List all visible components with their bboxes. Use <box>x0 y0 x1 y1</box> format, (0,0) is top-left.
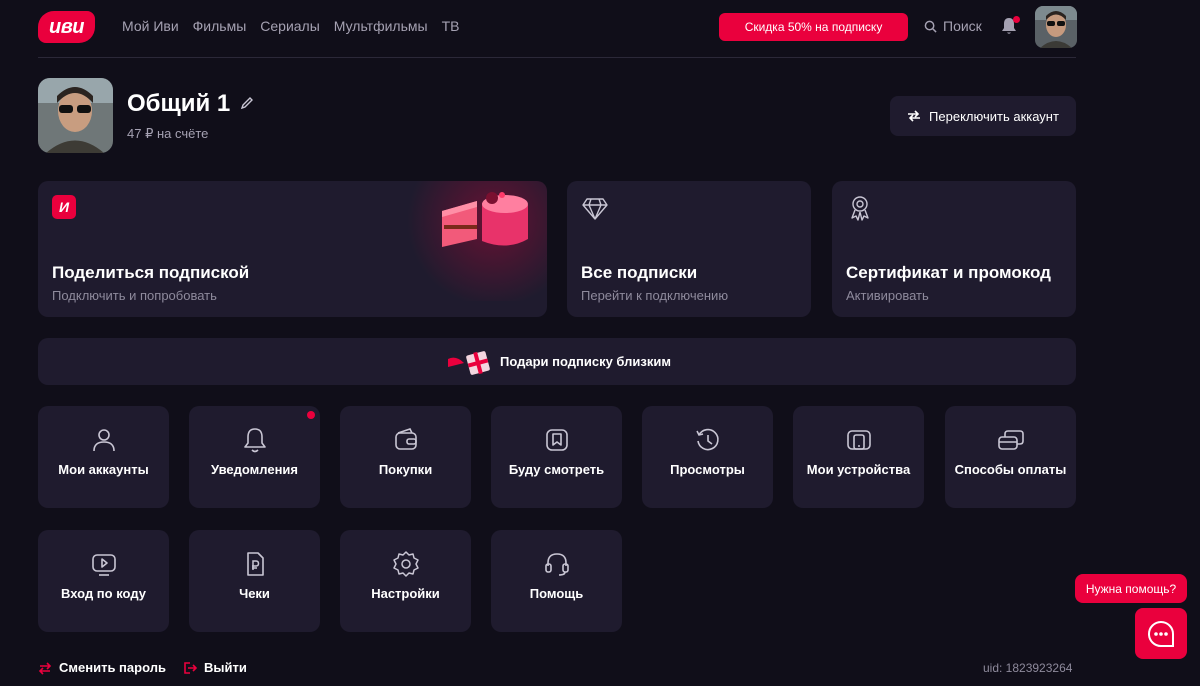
tile-settings[interactable]: Настройки <box>340 530 471 632</box>
tile-login-by-code[interactable]: Вход по коду <box>38 530 169 632</box>
discount-promo-button[interactable]: Скидка 50% на подписку <box>719 13 908 41</box>
tile-label: Мои устройства <box>806 462 911 477</box>
all-subscriptions-subtitle: Перейти к подключению <box>581 288 729 303</box>
tile-history[interactable]: Просмотры <box>642 406 773 508</box>
share-subscription-card[interactable]: И Поделиться подпиской Подключить и попр… <box>38 181 547 317</box>
all-subscriptions-title: Все подписки <box>581 263 698 282</box>
top-header: иви Мой Иви Фильмы Сериалы Мультфильмы Т… <box>38 0 1077 58</box>
gift-subscription-label: Подари подписку близким <box>500 354 671 369</box>
nav-my-ivi[interactable]: Мой Иви <box>122 18 179 34</box>
wallet-icon <box>395 428 417 450</box>
tile-label: Покупки <box>378 462 433 477</box>
nav-movies[interactable]: Фильмы <box>193 18 247 34</box>
account-balance: 47 ₽ на счёте <box>127 126 209 141</box>
tile-help[interactable]: Помощь <box>491 530 622 632</box>
search-icon <box>924 20 937 33</box>
chat-button[interactable] <box>1135 608 1187 659</box>
profile-name: Общий 1 <box>127 90 231 117</box>
tile-notifications[interactable]: Уведомления <box>189 406 320 508</box>
headset-icon <box>545 553 569 576</box>
switch-account-button[interactable]: Переключить аккаунт <box>890 96 1076 136</box>
certificate-subtitle: Активировать <box>846 288 929 303</box>
logout-label: Выйти <box>204 660 247 675</box>
tile-label: Уведомления <box>210 462 299 477</box>
tile-devices[interactable]: Мои устройства <box>793 406 924 508</box>
devices-icon <box>847 430 871 450</box>
gift-subscription-banner[interactable]: Подари подписку близким <box>38 338 1076 385</box>
tile-label: Вход по коду <box>61 586 146 601</box>
switch-account-label: Переключить аккаунт <box>929 108 1059 124</box>
profile-avatar-image <box>38 78 113 153</box>
avatar[interactable] <box>1035 6 1077 48</box>
pencil-icon[interactable] <box>240 96 254 110</box>
notification-dot <box>1013 16 1020 23</box>
cake-icon <box>442 192 528 247</box>
tile-receipts[interactable]: Чеки <box>189 530 320 632</box>
tile-purchases[interactable]: Покупки <box>340 406 471 508</box>
change-password-link[interactable]: Сменить пароль <box>38 660 166 675</box>
nav-cartoons[interactable]: Мультфильмы <box>334 18 428 34</box>
tile-label: Просмотры <box>670 462 745 477</box>
certificate-title: Сертификат и промокод <box>846 263 1051 282</box>
tile-label: Способы оплаты <box>954 462 1067 477</box>
share-subscription-title: Поделиться подпиской <box>52 263 250 282</box>
logout-icon <box>184 661 197 674</box>
tile-label: Настройки <box>371 586 440 601</box>
main-nav: Мой Иви Фильмы Сериалы Мультфильмы ТВ <box>122 18 459 34</box>
tile-label: Чеки <box>239 586 270 601</box>
search-button[interactable]: Поиск <box>924 18 982 34</box>
tv-play-icon <box>92 554 116 576</box>
tile-label: Буду смотреть <box>508 462 605 477</box>
change-password-label: Сменить пароль <box>59 660 166 675</box>
bookmark-icon <box>546 429 568 451</box>
share-subscription-subtitle: Подключить и попробовать <box>52 288 217 303</box>
bell-icon <box>244 428 266 453</box>
certificate-card[interactable]: Сертификат и промокод Активировать <box>832 181 1076 317</box>
help-bubble[interactable]: Нужна помощь? <box>1075 574 1187 603</box>
chat-icon <box>1148 620 1174 647</box>
tile-label: Мои аккаунты <box>58 462 149 477</box>
all-subscriptions-card[interactable]: Все подписки Перейти к подключению <box>567 181 811 317</box>
diamond-icon <box>582 198 608 220</box>
notification-dot <box>307 411 315 419</box>
ivi-logo[interactable]: иви <box>38 11 95 43</box>
receipt-icon <box>247 552 264 576</box>
cards-icon <box>998 430 1024 450</box>
nav-tv[interactable]: ТВ <box>442 18 460 34</box>
award-icon <box>851 196 869 221</box>
tile-label: Помощь <box>529 586 584 601</box>
ivi-badge: И <box>52 195 76 219</box>
logout-link[interactable]: Выйти <box>183 660 247 675</box>
avatar-image <box>1035 6 1077 48</box>
tile-payment-methods[interactable]: Способы оплаты <box>945 406 1076 508</box>
tile-my-accounts[interactable]: Мои аккаунты <box>38 406 169 508</box>
history-icon <box>696 428 719 451</box>
search-label: Поиск <box>943 18 982 34</box>
user-id: uid: 1823923264 <box>983 661 1073 675</box>
gift-icon <box>448 351 490 375</box>
tile-watch-later[interactable]: Буду смотреть <box>491 406 622 508</box>
nav-series[interactable]: Сериалы <box>260 18 320 34</box>
user-icon <box>93 429 115 452</box>
gear-icon <box>393 551 419 577</box>
profile-avatar[interactable] <box>38 78 113 153</box>
switch-arrows-icon <box>908 110 921 122</box>
swap-arrows-icon <box>38 661 52 675</box>
